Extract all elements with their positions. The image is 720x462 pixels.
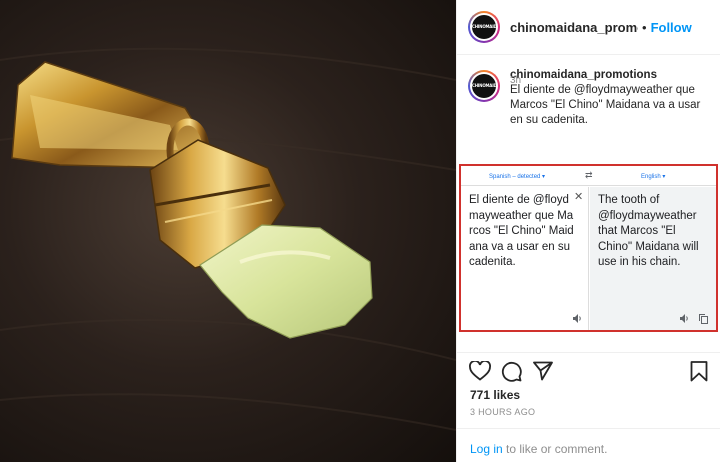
post-photo — [0, 0, 456, 462]
copy-icon[interactable] — [699, 314, 708, 326]
avatar-logo: CHINOMAIDANA — [472, 74, 496, 98]
post-timestamp[interactable]: 3 HOURS AGO — [470, 407, 535, 417]
source-text-pane[interactable]: El diente de @floydmayweather que Marcos… — [461, 187, 589, 330]
follow-button[interactable]: Follow — [651, 20, 692, 35]
swap-icon[interactable]: ⇄ — [585, 170, 593, 181]
translation-language-bar: Spanish – detected ▾ ⇄ English ▾ — [461, 166, 716, 186]
post-header: CHINOMAIDANA chinomaidana_promotior • Fo… — [457, 0, 720, 55]
likes-count[interactable]: 771 likes — [470, 388, 520, 402]
caption-timestamp[interactable]: 3h — [510, 75, 521, 86]
share-icon[interactable] — [533, 361, 553, 386]
translated-text[interactable]: The tooth of @floydmayweather that Marco… — [598, 193, 710, 271]
bookmark-icon[interactable] — [690, 361, 708, 387]
caption-username[interactable]: chinomaidana_promotions — [510, 68, 713, 83]
login-link[interactable]: Log in — [470, 442, 503, 456]
heart-icon[interactable] — [469, 360, 491, 386]
target-text-pane: The tooth of @floydmayweather that Marco… — [590, 187, 716, 330]
caption-avatar[interactable]: CHINOMAIDANA — [468, 70, 500, 102]
avatar-logo: CHINOMAIDANA — [472, 15, 496, 39]
caption-text: El diente de @floydmayweather que Marcos… — [510, 84, 701, 126]
comment-icon[interactable] — [501, 361, 522, 387]
speaker-icon[interactable] — [680, 314, 690, 325]
separator-dot: • — [642, 19, 647, 35]
speaker-icon[interactable] — [573, 314, 583, 325]
post-side-panel: CHINOMAIDANA chinomaidana_promotior • Fo… — [456, 0, 720, 462]
header-username[interactable]: chinomaidana_promotior — [510, 20, 638, 35]
login-prompt-text: to like or comment. — [502, 442, 608, 456]
source-language-select[interactable]: Spanish – detected ▾ — [489, 173, 545, 180]
action-bar — [457, 352, 720, 382]
target-language-select[interactable]: English ▾ — [641, 173, 665, 180]
close-icon[interactable]: ✕ — [574, 190, 583, 203]
post-caption: CHINOMAIDANA chinomaidana_promotions El … — [468, 68, 713, 128]
source-text[interactable]: El diente de @floydmayweather que Marcos… — [469, 193, 577, 271]
translation-popup: Spanish – detected ▾ ⇄ English ▾ El dien… — [459, 164, 718, 332]
login-prompt: Log in to like or comment. — [457, 428, 720, 462]
avatar[interactable]: CHINOMAIDANA — [468, 11, 500, 43]
tooth-pendant-image — [0, 47, 456, 431]
